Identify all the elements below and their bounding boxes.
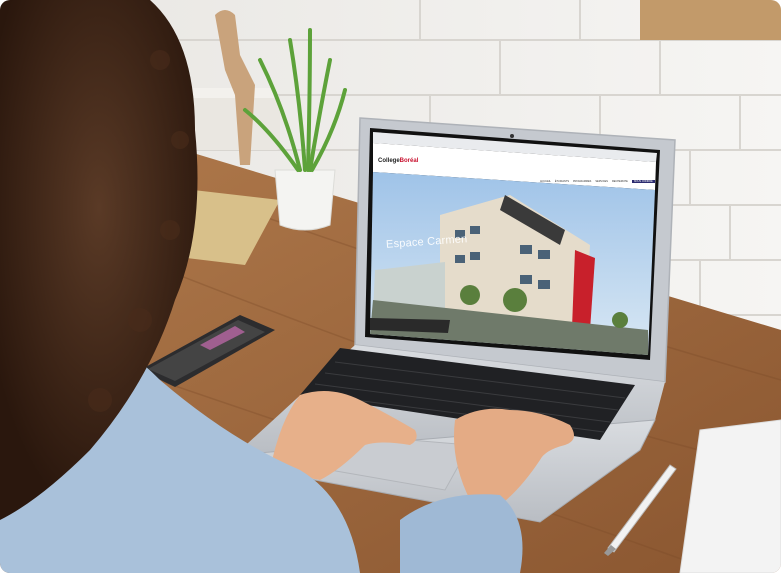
screen-nav-item: SERVICES	[595, 180, 608, 183]
screen-nav-menu: ACCUEIL ÉTUDIANTS PROGRAMMES SERVICES RE…	[540, 180, 655, 183]
brand-accent: Boréal	[399, 158, 419, 164]
screen-nav-item: PROGRAMMES	[573, 180, 592, 183]
screen-nav-item: NOUS JOINDRE	[631, 180, 655, 183]
cork-board	[640, 0, 781, 40]
screen-nav-item: ÉTUDIANTS	[554, 180, 570, 183]
screen-nav-item: ACCUEIL	[540, 180, 551, 183]
brand-prefix: College	[378, 158, 400, 164]
screen-brand-logo: CollegeBoréal	[378, 158, 418, 164]
photo-scene: CollegeBoréal ACCUEIL ÉTUDIANTS PROGRAMM…	[0, 0, 781, 573]
photo-illustration	[0, 0, 781, 573]
screen-nav-item: RECHERCHE	[611, 180, 628, 183]
